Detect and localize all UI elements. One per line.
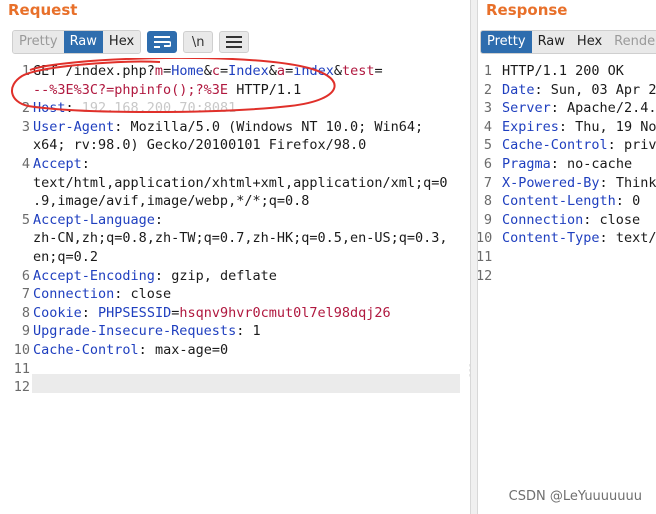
panel-divider[interactable] xyxy=(470,0,478,514)
newline-toggle-icon: \n xyxy=(191,34,205,50)
header-server: Server: Apache/2.4. xyxy=(502,100,656,117)
line-number: 8 xyxy=(483,193,492,210)
tab-pretty[interactable]: Pretty xyxy=(481,31,532,53)
request-editor[interactable]: 1 2 3 4 5 6 7 8 9 10 11 12 GET /index.ph… xyxy=(0,58,470,514)
line-number: 5 xyxy=(21,211,30,228)
header-connection: Connection: close xyxy=(502,211,641,228)
line-number: 8 xyxy=(21,304,30,321)
tab-raw[interactable]: Raw xyxy=(531,31,571,53)
wrap-lines-icon xyxy=(154,36,172,48)
header-content-type: Content-Type: text/ xyxy=(502,230,656,247)
tab-pretty[interactable]: Pretty xyxy=(13,31,64,53)
response-editor[interactable]: 1 2 3 4 5 6 7 8 9 10 11 12 HTTP/1.1 200 … xyxy=(478,58,656,514)
newline-toggle-button[interactable]: \n xyxy=(183,31,214,53)
request-panel: Request Pretty Raw Hex \n 1 2 3 4 5 6 7 … xyxy=(0,0,470,514)
line-number: 12 xyxy=(478,267,493,284)
tab-hex[interactable]: Hex xyxy=(570,31,609,53)
wrap-lines-button[interactable] xyxy=(147,31,178,53)
line-number: 12 xyxy=(13,379,30,396)
line-number: 10 xyxy=(13,342,30,358)
header-cache-control: Cache-Control: max-age=0 xyxy=(33,342,229,358)
request-title: Request xyxy=(8,1,78,19)
header-expires: Expires: Thu, 19 No xyxy=(502,118,656,135)
response-toolbar: Pretty Raw Hex Rende xyxy=(480,30,656,54)
line-number: 3 xyxy=(483,100,492,117)
header-connection: Connection: close xyxy=(33,286,172,303)
header-cont: en;q=0.2 xyxy=(33,249,99,265)
annotation-circle xyxy=(11,58,336,113)
line-number: 6 xyxy=(21,267,30,284)
hamburger-menu-icon xyxy=(226,36,243,48)
request-view-tabs: Pretty Raw Hex xyxy=(12,30,142,54)
header-date: Date: Sun, 03 Apr 2 xyxy=(502,81,656,98)
line-number: 10 xyxy=(478,230,493,247)
line-number: 9 xyxy=(483,211,492,228)
header-cont: zh-CN,zh;q=0.8,zh-TW;q=0.7,zh-HK;q=0.5,e… xyxy=(33,230,448,247)
line-number: 7 xyxy=(483,174,492,191)
line-number: 6 xyxy=(483,156,492,172)
response-title: Response xyxy=(486,1,568,19)
header-x-powered-by: X-Powered-By: Think xyxy=(502,174,656,191)
header-cont: text/html,application/xhtml+xml,applicat… xyxy=(33,174,448,191)
current-line-highlight xyxy=(32,374,460,393)
tab-hex[interactable]: Hex xyxy=(102,31,141,53)
line-number: 7 xyxy=(21,286,30,303)
line-number: 1 xyxy=(483,63,492,79)
request-toolbar: Pretty Raw Hex \n xyxy=(12,30,250,54)
line-number: 11 xyxy=(478,249,493,265)
line-number: 4 xyxy=(483,118,492,135)
header-cookie: Cookie: PHPSESSID=hsqnv9hvr0cmut0l7el98d… xyxy=(33,304,391,321)
header-content-length: Content-Length: 0 xyxy=(502,193,641,210)
line-number: 4 xyxy=(21,156,30,172)
response-view-tabs: Pretty Raw Hex Rende xyxy=(480,30,656,54)
header-cache-control: Cache-Control: priv xyxy=(502,137,656,154)
header-accept-language: Accept-Language: xyxy=(33,211,164,228)
response-panel: Response Pretty Raw Hex Rende 1 2 3 4 5 … xyxy=(478,0,656,514)
menu-button[interactable] xyxy=(219,31,250,53)
line-number: 11 xyxy=(13,360,30,377)
header-accept: Accept: xyxy=(33,156,90,172)
tab-raw[interactable]: Raw xyxy=(63,31,103,53)
header-upgrade-insecure: Upgrade-Insecure-Requests: 1 xyxy=(33,323,261,340)
header-cont: .9,image/avif,image/webp,*/*;q=0.8 xyxy=(33,193,310,210)
status-line: HTTP/1.1 200 OK xyxy=(502,63,624,79)
line-number: 9 xyxy=(21,323,30,340)
line-number: 5 xyxy=(483,137,492,154)
line-number: 2 xyxy=(483,81,492,98)
header-cont: x64; rv:98.0) Gecko/20100101 Firefox/98.… xyxy=(33,137,367,154)
tab-render[interactable]: Rende xyxy=(608,31,656,53)
header-pragma: Pragma: no-cache xyxy=(502,156,633,172)
header-accept-encoding: Accept-Encoding: gzip, deflate xyxy=(33,267,277,284)
watermark: CSDN @LeYuuuuuuu xyxy=(508,489,642,504)
